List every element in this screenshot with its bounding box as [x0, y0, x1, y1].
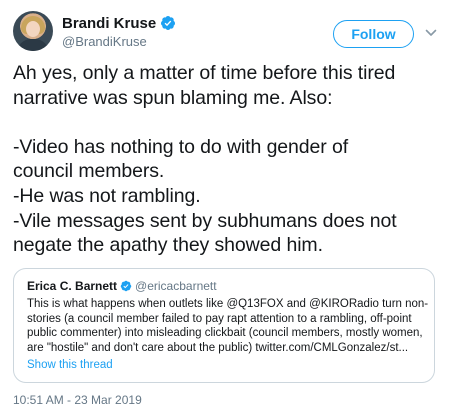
- quoted-text-line: stories (a council member failed to pay …: [27, 312, 412, 325]
- tweet-text-line: -Vile messages sent by subhumans does no…: [13, 209, 397, 232]
- chevron-down-icon[interactable]: [425, 28, 437, 38]
- author-display-name[interactable]: Brandi Kruse: [62, 15, 156, 32]
- author-handle[interactable]: @BrandiKruse: [62, 34, 147, 49]
- tweet-text: Ah yes, only a matter of time before thi…: [13, 61, 441, 258]
- tweet-text-line: council members.: [13, 160, 165, 183]
- tweet-timestamp[interactable]: 10:51 AM - 23 Mar 2019: [13, 393, 142, 407]
- quoted-author-name: Erica C. Barnett: [27, 279, 118, 293]
- verified-badge-icon: [120, 280, 132, 292]
- quoted-tweet-header: Erica C. Barnett @ericacbarnett: [27, 279, 217, 293]
- tweet-text-line: -He was not rambling.: [13, 184, 201, 207]
- quoted-tweet-text: This is what happens when outlets like @…: [27, 297, 429, 355]
- avatar[interactable]: [13, 11, 53, 51]
- quoted-text-line: public commenter) into misleading clickb…: [27, 327, 423, 340]
- quoted-text-line: This is what happens when outlets like @…: [27, 298, 429, 310]
- follow-button[interactable]: Follow: [333, 20, 414, 48]
- tweet-text-line: narrative was spun blaming me. Also:: [13, 86, 333, 109]
- tweet: Brandi Kruse @BrandiKruse Follow Ah yes,…: [0, 0, 450, 409]
- tweet-text-line: -Video has nothing to do with gender of: [13, 135, 349, 158]
- quoted-text-line: are "hostile" and don't care about the p…: [27, 341, 409, 354]
- quoted-author-handle: @ericacbarnett: [135, 279, 217, 293]
- tweet-text-line: negate the apathy they showed him.: [13, 234, 323, 257]
- author-name-row[interactable]: Brandi Kruse: [62, 13, 176, 33]
- verified-badge-icon: [161, 16, 176, 30]
- show-thread-link[interactable]: Show this thread: [27, 359, 113, 371]
- tweet-text-line: Ah yes, only a matter of time before thi…: [13, 62, 396, 84]
- quoted-tweet[interactable]: Erica C. Barnett @ericacbarnett This is …: [13, 268, 435, 383]
